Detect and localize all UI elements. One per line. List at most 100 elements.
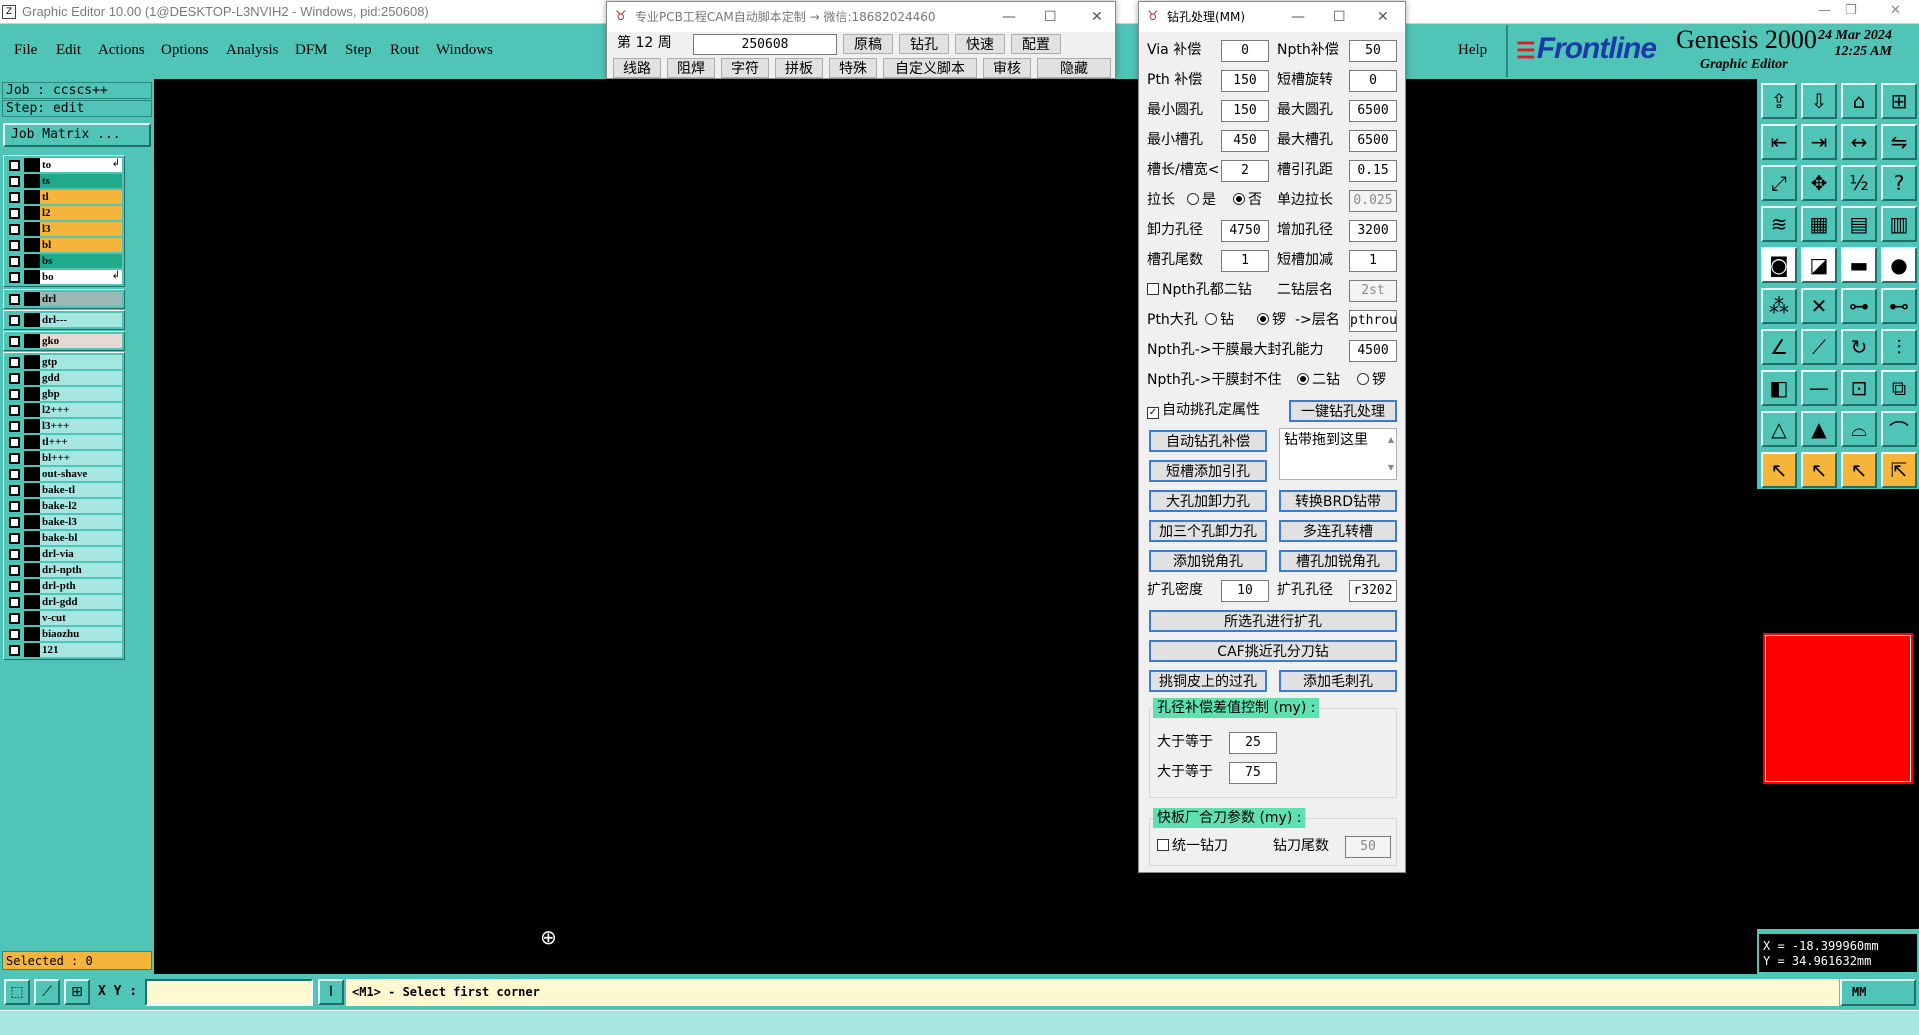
layer-row[interactable]: gtp (4, 354, 124, 370)
field-input[interactable]: 0 (1349, 70, 1397, 92)
week-input[interactable]: 250608 (693, 34, 837, 55)
layer-row[interactable]: drl-npth (4, 562, 124, 578)
pad-icon[interactable]: ◧ (1761, 370, 1797, 406)
layer-checkbox[interactable] (9, 452, 20, 464)
layer-row[interactable]: drl--- (4, 312, 124, 328)
btn-fast[interactable]: 快速 (955, 34, 1005, 54)
layer-checkbox[interactable] (9, 596, 20, 608)
scroll-up-icon[interactable]: ▲ (1388, 431, 1394, 449)
layer-name[interactable]: gtp (40, 355, 122, 369)
drill-action-button[interactable]: 添加锐角孔 (1149, 550, 1267, 572)
layer-row[interactable]: bake-l2 (4, 498, 124, 514)
tail-input[interactable]: 50 (1345, 836, 1391, 858)
menu-dfm[interactable]: DFM (295, 42, 328, 59)
caf-button[interactable]: CAF挑近孔分刀钻 (1149, 640, 1397, 662)
layer-name[interactable]: l3 (40, 222, 122, 236)
script-minimize-icon[interactable]: — (1002, 2, 1016, 32)
field-input[interactable]: 6500 (1349, 100, 1397, 122)
split-icon[interactable]: ⫶ (1881, 329, 1917, 365)
units-selector[interactable]: MM (1840, 979, 1916, 1006)
layer-row[interactable]: gdd (4, 370, 124, 386)
stretch-no-radio[interactable]: 否 (1233, 190, 1262, 210)
zoom-area-icon[interactable]: ⬚ (4, 979, 30, 1005)
scroll-down-icon[interactable]: ▼ (1388, 459, 1394, 477)
layer-checkbox[interactable] (9, 293, 20, 305)
btn-silkscreen[interactable]: 字符 (721, 58, 769, 78)
layer-checkbox[interactable] (9, 628, 20, 640)
selected-expand-button[interactable]: 所选孔进行扩孔 (1149, 610, 1397, 632)
layer-checkbox[interactable] (9, 548, 20, 560)
layer-checkbox[interactable] (9, 580, 20, 592)
layer-checkbox[interactable] (9, 223, 20, 235)
net-icon[interactable]: ⁂ (1761, 288, 1797, 324)
layer-checkbox[interactable] (9, 484, 20, 496)
ge-input-1[interactable]: 25 (1229, 732, 1277, 754)
layer-name[interactable]: bake-tl (40, 483, 122, 497)
layer-row[interactable]: drl (4, 291, 124, 307)
opt-second-radio[interactable]: 二钻 (1297, 370, 1340, 390)
drill-close-icon[interactable]: ✕ (1377, 2, 1389, 32)
pointer-icon[interactable]: ↖ (1761, 452, 1797, 488)
profile-preview[interactable] (1761, 631, 1915, 786)
layer-name[interactable]: drl-gdd (40, 595, 122, 609)
layer-name[interactable]: l3+++ (40, 419, 122, 433)
layer-name[interactable]: l2+++ (40, 403, 122, 417)
layer-checkbox[interactable] (9, 644, 20, 656)
layer-name[interactable]: drl-pth (40, 579, 122, 593)
field-input[interactable]: 0.15 (1349, 160, 1397, 182)
minimize-icon[interactable]: — (1818, 3, 1831, 18)
layer-checkbox[interactable] (9, 255, 20, 267)
layer-row[interactable]: bake-l3 (4, 514, 124, 530)
grid-toggle-icon[interactable]: ▦ (1801, 206, 1837, 242)
field-input[interactable]: 50 (1349, 40, 1397, 62)
layer-row[interactable]: v-cut (4, 610, 124, 626)
xy-input[interactable] (145, 979, 313, 1006)
menu-analysis[interactable]: Analysis (226, 42, 279, 59)
pan-icon[interactable]: ↔ (1841, 124, 1877, 160)
snap-icon[interactable]: ≋ (1761, 206, 1797, 242)
line-icon[interactable]: ∠ (1761, 329, 1797, 365)
group-icon[interactable]: ⧉ (1881, 370, 1917, 406)
drill-maximize-icon[interactable]: ☐ (1333, 2, 1346, 32)
layer-name[interactable]: bake-l2 (40, 499, 122, 513)
home-icon[interactable]: ⌂ (1841, 83, 1877, 119)
btn-special[interactable]: 特殊 (829, 58, 877, 78)
dot-icon[interactable]: ● (1881, 247, 1917, 283)
layer-checkbox[interactable] (9, 175, 20, 187)
box-select-icon[interactable]: ◪ (1801, 247, 1837, 283)
drill-drop-area[interactable]: 钻带拖到这里 ▲ ▼ (1279, 428, 1397, 480)
layer-name[interactable]: bake-bl (40, 531, 122, 545)
mirror-icon[interactable]: ⇋ (1881, 124, 1917, 160)
layer-name[interactable]: gko (40, 334, 122, 348)
layer-row[interactable]: l2+++ (4, 402, 124, 418)
menu-actions[interactable]: Actions (98, 42, 145, 59)
job-matrix-button[interactable]: Job Matrix ... (3, 123, 151, 147)
layer-row[interactable]: out-shave (4, 466, 124, 482)
drill-action-button[interactable]: 转换BRD钻带 (1279, 490, 1397, 512)
link-icon[interactable]: ⊷ (1881, 288, 1917, 324)
layer-checkbox[interactable] (9, 271, 20, 283)
close-icon[interactable]: ✕ (1890, 3, 1901, 18)
btn-original[interactable]: 原稿 (843, 34, 893, 54)
zoom-out-icon[interactable]: ⇥ (1801, 124, 1837, 160)
open-step-icon[interactable]: ⇪ (1761, 83, 1797, 119)
diag-icon[interactable]: ⟋ (1801, 329, 1837, 365)
layer-checkbox[interactable] (9, 239, 20, 251)
btn-hide[interactable]: 隐藏 (1037, 58, 1111, 78)
layer-checkbox[interactable] (9, 388, 20, 400)
drill-minimize-icon[interactable]: — (1291, 2, 1305, 32)
pointer3-icon[interactable]: ↖ (1841, 452, 1877, 488)
menu-options[interactable]: Options (161, 42, 209, 59)
bracket-icon[interactable]: ⊡ (1841, 370, 1877, 406)
layer-name[interactable]: l2 (40, 206, 122, 220)
layer-name[interactable]: drl-via (40, 547, 122, 561)
btn-panel[interactable]: 拼板 (775, 58, 823, 78)
opt-rout-radio[interactable]: 锣 (1357, 370, 1386, 390)
pointer2-icon[interactable]: ↖ (1801, 452, 1837, 488)
layer-name[interactable]: bl+++ (40, 451, 122, 465)
save-icon[interactable]: ⇩ (1801, 83, 1837, 119)
layer-name[interactable]: tl+++ (40, 435, 122, 449)
layer-checkbox[interactable] (9, 564, 20, 576)
layer-row[interactable]: bs (4, 253, 124, 269)
graphic-canvas[interactable] (154, 79, 1757, 974)
